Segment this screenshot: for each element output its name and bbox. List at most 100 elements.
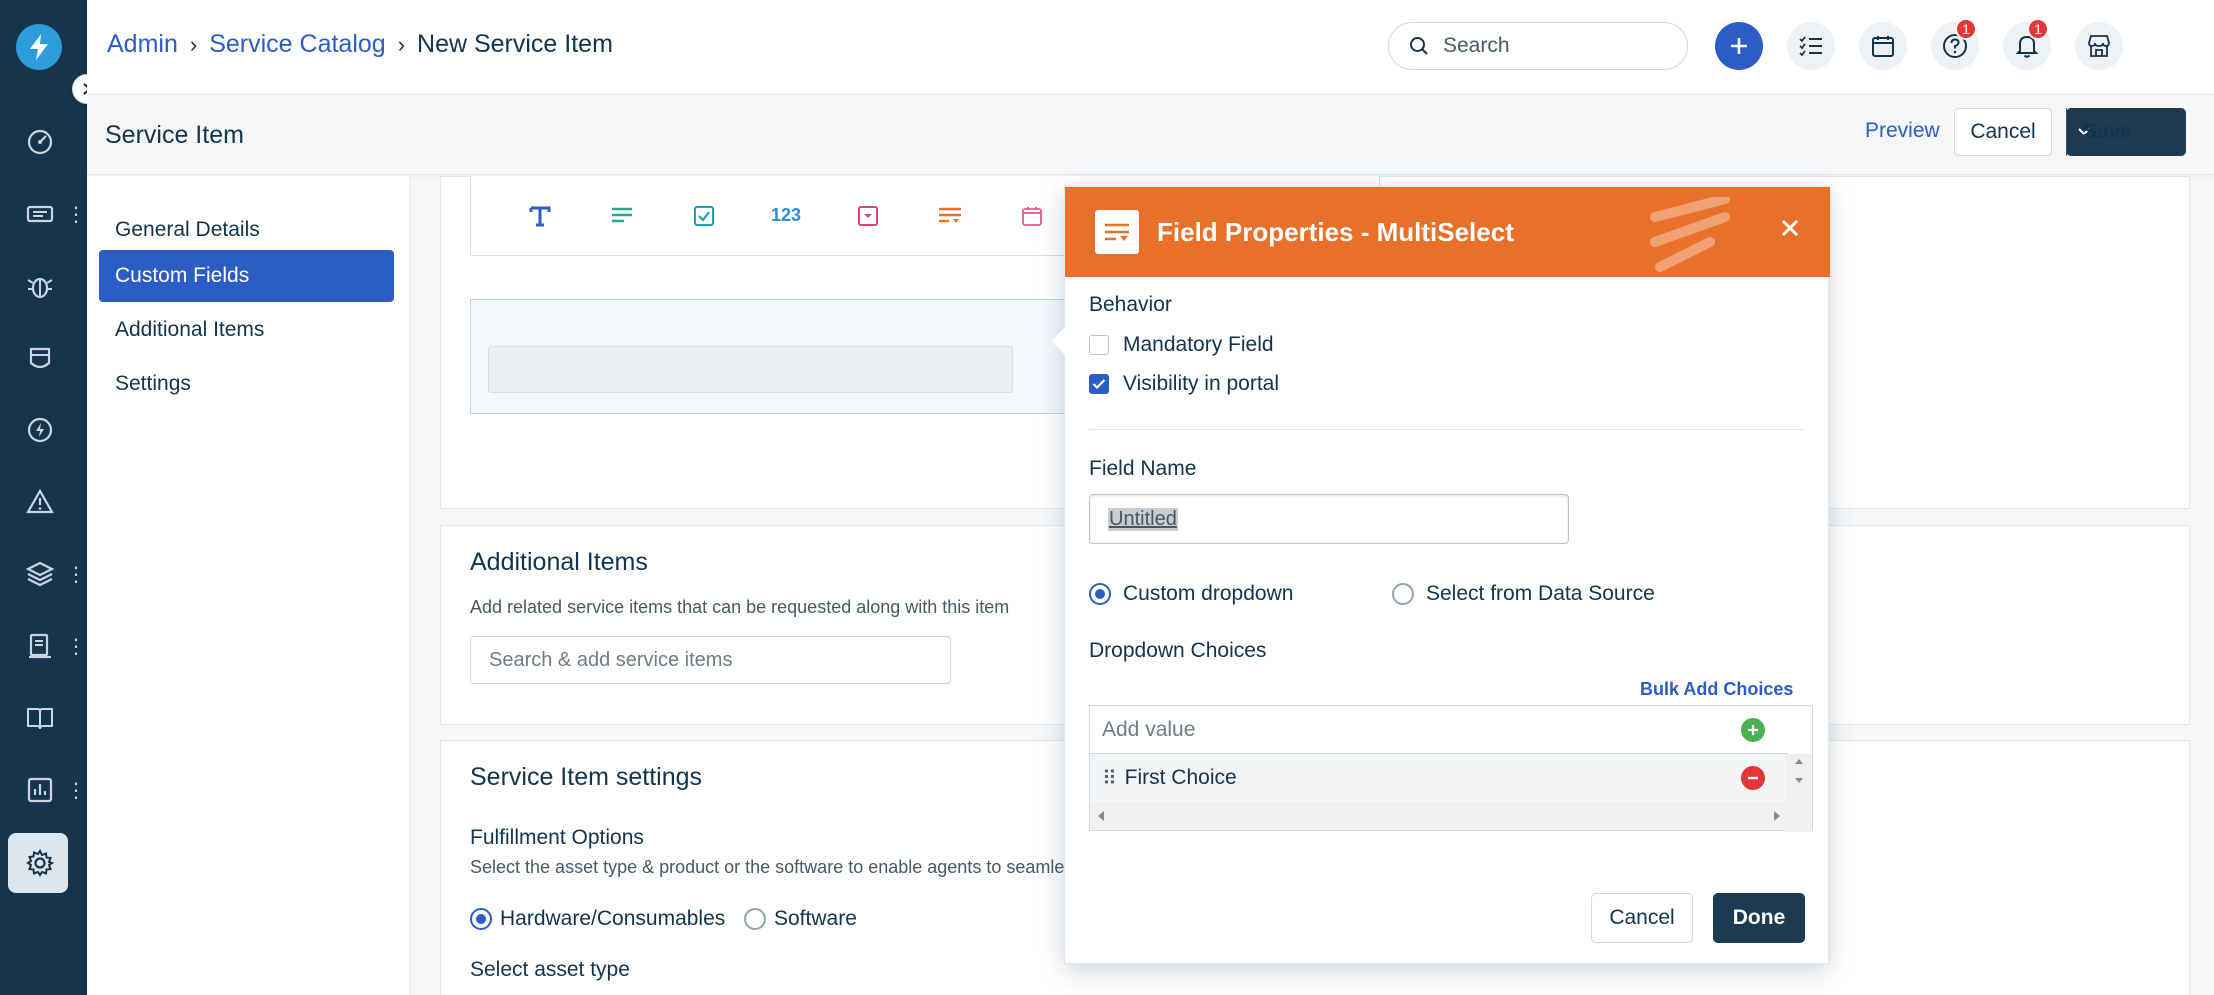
problems-bug-icon[interactable]	[20, 266, 60, 306]
tickets-more-icon[interactable]: ⋮	[66, 202, 86, 226]
global-search[interactable]	[1388, 22, 1688, 70]
close-icon[interactable]	[1775, 213, 1805, 243]
radio-data-source-label: Select from Data Source	[1426, 582, 1655, 605]
notification-badge: 1	[2027, 18, 2049, 40]
contracts-more-icon[interactable]: ⋮	[66, 634, 86, 658]
field-properties-modal: Field Properties - MultiSelect Behavior …	[1051, 186, 1830, 964]
behavior-label: Behavior	[1089, 293, 1172, 316]
contracts-icon[interactable]	[20, 626, 60, 666]
radio-data-source-dot[interactable]	[1392, 583, 1414, 605]
assets-layers-icon[interactable]	[20, 554, 60, 594]
additional-items-subtitle: Add related service items that can be re…	[470, 597, 1010, 617]
choice-row[interactable]: ⠿ First Choice	[1090, 754, 1788, 802]
radio-hardware[interactable]: Hardware/Consumables	[470, 907, 725, 931]
choice-label[interactable]: First Choice	[1125, 766, 1237, 790]
field-drop-area[interactable]	[470, 299, 1090, 414]
mandatory-checkbox-box[interactable]	[1089, 335, 1109, 355]
radio-software[interactable]: Software	[744, 907, 857, 931]
tickets-icon[interactable]	[20, 194, 60, 234]
notifications-button[interactable]: 1	[2003, 18, 2051, 70]
app-logo-icon[interactable]	[16, 24, 62, 70]
radio-data-source[interactable]: Select from Data Source	[1392, 582, 1655, 606]
marketplace-button[interactable]	[2075, 22, 2123, 70]
page-subheader: Service Item Preview Cancel Save	[87, 95, 2214, 175]
modal-cancel-button[interactable]: Cancel	[1591, 893, 1693, 943]
drag-handle-icon[interactable]: ⠿	[1102, 766, 1117, 791]
nav-custom-fields[interactable]: Custom Fields	[99, 250, 394, 302]
dropdown-field-icon[interactable]	[827, 205, 909, 227]
radio-software-dot[interactable]	[744, 908, 766, 930]
add-value-input[interactable]: Add value	[1090, 706, 1788, 754]
top-header: Admin › Service Catalog › New Service It…	[87, 0, 2214, 95]
calendar-icon	[1872, 36, 1894, 57]
asset-type-label: Select asset type	[470, 958, 630, 981]
left-rail: ⋮ ⋮ ⋮ ⋮	[0, 0, 87, 995]
help-badge: 1	[1955, 18, 1977, 40]
visibility-portal-checkbox[interactable]: Visibility in portal	[1089, 372, 1279, 396]
modal-title: Field Properties - MultiSelect	[1157, 217, 1514, 247]
done-button[interactable]: Done	[1713, 893, 1805, 943]
releases-icon[interactable]	[20, 410, 60, 450]
number-field-icon[interactable]: 123	[745, 205, 827, 226]
remove-choice-minus-icon[interactable]	[1741, 766, 1765, 790]
save-label: Save	[2083, 120, 2133, 143]
plus-icon	[1731, 38, 1747, 54]
field-placeholder[interactable]	[488, 346, 1013, 393]
breadcrumb-service-catalog[interactable]: Service Catalog	[209, 30, 385, 59]
field-name-label: Field Name	[1089, 457, 1197, 480]
multiselect-field-icon[interactable]	[909, 206, 991, 226]
alerts-icon[interactable]	[20, 482, 60, 522]
breadcrumb: Admin › Service Catalog › New Service It…	[107, 30, 613, 59]
additional-items-search-input[interactable]	[470, 636, 951, 684]
search-input[interactable]	[1443, 34, 1663, 58]
chevron-right-icon: ›	[397, 31, 406, 57]
save-button[interactable]: Save	[2066, 108, 2186, 156]
radio-custom-label: Custom dropdown	[1123, 582, 1294, 605]
mandatory-label: Mandatory Field	[1123, 333, 1274, 356]
assets-more-icon[interactable]: ⋮	[66, 562, 86, 586]
dashboard-icon[interactable]	[20, 122, 60, 162]
nav-settings[interactable]: Settings	[99, 358, 394, 410]
visibility-label: Visibility in portal	[1123, 372, 1280, 395]
text-field-icon[interactable]	[499, 204, 581, 228]
bulk-add-choices-link[interactable]: Bulk Add Choices	[1640, 679, 1793, 700]
additional-items-title: Additional Items	[470, 548, 648, 576]
breadcrumb-current: New Service Item	[417, 30, 613, 58]
settings-nav: General Details Custom Fields Additional…	[87, 176, 411, 995]
store-icon	[2088, 35, 2110, 57]
paragraph-field-icon[interactable]	[581, 206, 663, 226]
choices-list: Add value ⠿ First Choice	[1089, 705, 1813, 832]
nav-general-details[interactable]: General Details	[99, 204, 394, 256]
cancel-button[interactable]: Cancel	[1954, 108, 2052, 156]
multiselect-icon	[1095, 210, 1139, 254]
divider	[1089, 429, 1805, 430]
add-choice-plus-icon[interactable]	[1741, 718, 1765, 742]
changes-icon[interactable]	[20, 338, 60, 378]
reports-icon[interactable]	[20, 770, 60, 810]
radio-hardware-dot[interactable]	[470, 908, 492, 930]
settings-title: Service Item settings	[470, 763, 703, 791]
preview-link[interactable]: Preview	[1865, 119, 1940, 143]
visibility-checkbox-box[interactable]	[1089, 374, 1109, 394]
mandatory-field-checkbox[interactable]: Mandatory Field	[1089, 333, 1274, 357]
vertical-scrollbar[interactable]	[1786, 754, 1812, 832]
nav-additional-items[interactable]: Additional Items	[99, 304, 394, 356]
breadcrumb-admin[interactable]: Admin	[107, 30, 178, 59]
admin-gear-icon[interactable]	[20, 843, 60, 883]
todo-button[interactable]	[1787, 22, 1835, 70]
reports-more-icon[interactable]: ⋮	[66, 778, 86, 802]
modal-header: Field Properties - MultiSelect	[1065, 187, 1830, 277]
solutions-book-icon[interactable]	[20, 698, 60, 738]
checklist-icon	[1799, 36, 1822, 57]
checkbox-field-icon[interactable]	[663, 205, 745, 227]
fulfillment-title: Fulfillment Options	[470, 826, 644, 849]
new-item-button[interactable]	[1715, 22, 1763, 70]
date-field-icon[interactable]	[991, 205, 1073, 227]
calendar-button[interactable]	[1859, 22, 1907, 70]
radio-custom-dot[interactable]	[1089, 583, 1111, 605]
field-name-input[interactable]: Untitled	[1089, 494, 1569, 544]
radio-custom-dropdown[interactable]: Custom dropdown	[1089, 582, 1293, 606]
horizontal-scrollbar[interactable]	[1090, 802, 1788, 830]
field-name-value: Untitled	[1108, 507, 1178, 531]
help-button[interactable]: 1	[1931, 18, 1979, 70]
